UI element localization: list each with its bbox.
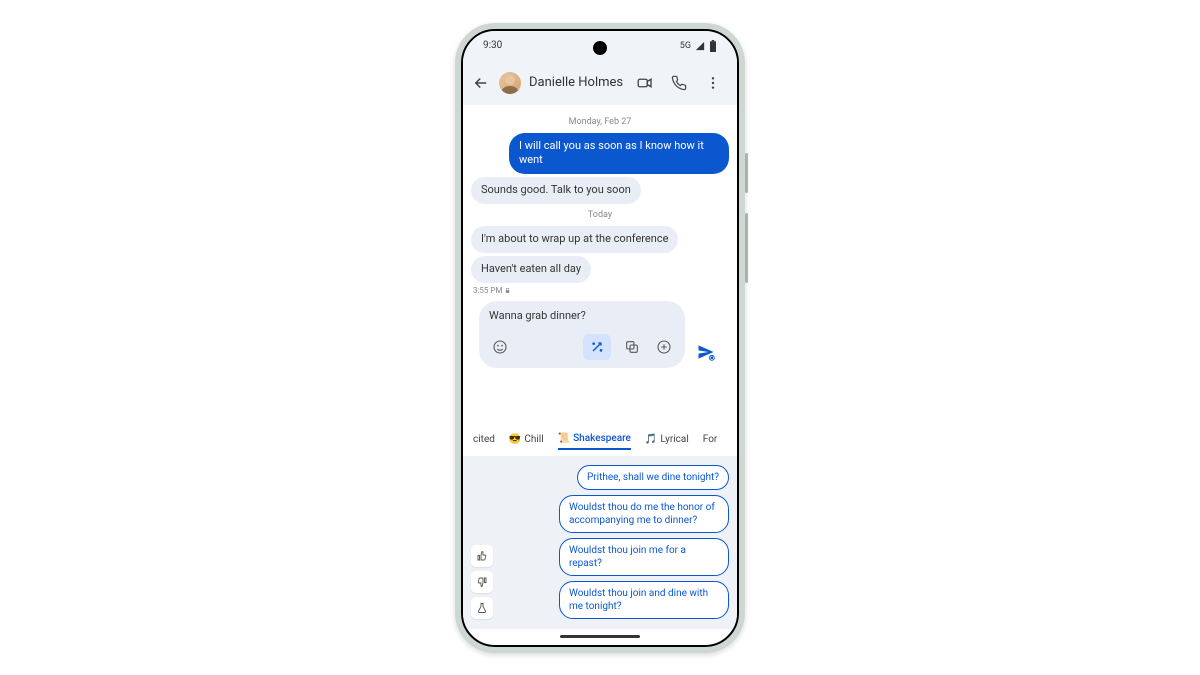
thumbs-down-button[interactable] (471, 571, 493, 593)
tone-tab-formal[interactable]: For (703, 433, 718, 450)
suggestion-chip[interactable]: Wouldst thou do me the honor of accompan… (559, 495, 729, 533)
message-list[interactable]: Monday, Feb 27 I will call you as soon a… (463, 105, 737, 425)
feedback-buttons (471, 465, 493, 619)
suggestion-chip[interactable]: Wouldst thou join and dine with me tonig… (559, 581, 729, 619)
emoji-button[interactable] (489, 336, 511, 358)
tone-tab-lyrical[interactable]: 🎵Lyrical (645, 433, 689, 450)
date-separator: Monday, Feb 27 (471, 117, 729, 127)
battery-icon (709, 40, 717, 52)
message-incoming[interactable]: Haven't eaten all day (471, 256, 591, 283)
message-timestamp: 3:55 PM (473, 286, 729, 295)
status-time: 9:30 (483, 40, 502, 51)
magic-compose-button[interactable] (583, 334, 611, 360)
tone-tabs: cited 😎Chill 📜Shakespeare 🎵Lyrical For (463, 425, 737, 457)
send-button[interactable] (691, 342, 721, 368)
side-button (745, 213, 748, 283)
gallery-button[interactable] (621, 336, 643, 358)
suggestion-list: Prithee, shall we dine tonight? Wouldst … (499, 465, 729, 619)
screen: 9:30 5G Danielle Holmes (461, 29, 739, 647)
signal-icon (695, 41, 705, 51)
voice-call-button[interactable] (669, 73, 689, 93)
experiment-button[interactable] (471, 597, 493, 619)
thumbs-up-button[interactable] (471, 545, 493, 567)
tone-tab-shakespeare[interactable]: 📜Shakespeare (558, 433, 631, 450)
more-menu-button[interactable] (703, 73, 723, 93)
compose-box[interactable]: Wanna grab dinner? (479, 301, 685, 368)
network-label: 5G (680, 41, 691, 51)
home-indicator[interactable] (463, 629, 737, 645)
magic-compose-panel: cited 😎Chill 📜Shakespeare 🎵Lyrical For (463, 425, 737, 629)
lock-icon (504, 287, 511, 294)
tone-tab-excited[interactable]: cited (473, 433, 495, 450)
chat-header: Danielle Holmes (463, 61, 737, 105)
compose-input[interactable]: Wanna grab dinner? (489, 309, 675, 322)
message-incoming[interactable]: I'm about to wrap up at the conference (471, 226, 678, 253)
date-separator: Today (471, 210, 729, 220)
side-button (745, 153, 748, 193)
message-outgoing[interactable]: I will call you as soon as I know how it… (509, 133, 729, 175)
suggestion-chip[interactable]: Wouldst thou join me for a repast? (559, 538, 729, 576)
tone-tab-chill[interactable]: 😎Chill (509, 433, 544, 450)
phone-frame: 9:30 5G Danielle Holmes (455, 23, 745, 653)
front-camera (593, 41, 607, 55)
back-button[interactable] (471, 73, 491, 93)
video-call-button[interactable] (635, 73, 655, 93)
contact-name[interactable]: Danielle Holmes (529, 75, 627, 90)
add-button[interactable] (653, 336, 675, 358)
suggestion-chip[interactable]: Prithee, shall we dine tonight? (577, 465, 729, 490)
avatar[interactable] (499, 72, 521, 94)
message-incoming[interactable]: Sounds good. Talk to you soon (471, 177, 641, 204)
